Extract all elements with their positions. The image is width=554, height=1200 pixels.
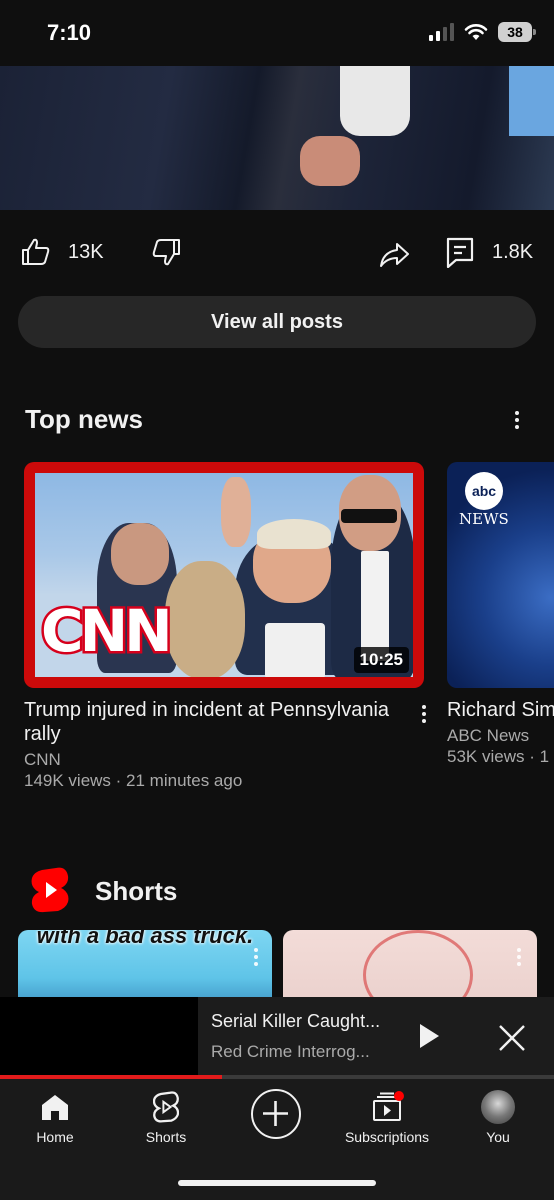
comment-count: 1.8K (492, 240, 534, 263)
nav-label-you: You (486, 1129, 510, 1145)
play-icon[interactable] (418, 1023, 440, 1049)
create-icon (263, 1101, 288, 1126)
nav-item-shorts[interactable]: Shorts (116, 1089, 216, 1145)
top-news-more-icon[interactable] (507, 408, 527, 432)
share-button[interactable] (378, 238, 410, 270)
abc-news-label: NEWS (459, 510, 509, 528)
like-button[interactable]: 13K (20, 236, 104, 268)
comment-icon (446, 237, 474, 268)
nav-label-home: Home (36, 1129, 74, 1145)
create-button[interactable] (251, 1089, 301, 1139)
shorts-logo-icon (31, 867, 69, 913)
video-more-icon[interactable] (414, 702, 434, 726)
status-icons: 38 (429, 22, 536, 42)
status-time: 7:10 (47, 20, 92, 45)
mini-player-title[interactable]: Serial Killer Caught... (211, 1011, 401, 1032)
cnn-logo: CNN (39, 595, 176, 668)
video-title[interactable]: Trump injured in incident at Pennsylvani… (24, 698, 404, 746)
section-title-shorts: Shorts (95, 876, 178, 906)
video-meta-2: 53K views · 1 (447, 747, 550, 766)
video-meta: 149K views · 21 minutes ago (24, 771, 243, 790)
notification-dot (394, 1091, 404, 1101)
battery-indicator: 38 (498, 22, 536, 42)
video-duration: 10:25 (353, 647, 409, 673)
post-actions: 13K 1.8K (0, 232, 554, 276)
video-channel-2[interactable]: ABC News (447, 725, 529, 746)
dislike-button[interactable] (150, 236, 182, 268)
short-more-icon[interactable] (254, 948, 258, 966)
thumbs-up-icon (22, 238, 50, 265)
mini-player-channel: Red Crime Interrog... (211, 1042, 370, 1061)
video-thumbnail[interactable]: CNN 10:25 (24, 462, 424, 688)
shorts-icon (153, 1091, 179, 1123)
section-title-top-news: Top news (25, 404, 143, 434)
nav-item-home[interactable]: Home (5, 1089, 105, 1145)
view-all-posts-button[interactable]: View all posts (18, 296, 536, 348)
abc-logo: abc (465, 472, 503, 510)
post-image[interactable] (0, 66, 554, 210)
mini-player-thumbnail[interactable] (0, 997, 198, 1075)
short-caption: with a bad ass truck. (36, 930, 254, 948)
comments-button[interactable]: 1.8K (444, 236, 533, 268)
close-icon[interactable] (498, 1024, 526, 1052)
short-more-icon-2[interactable] (517, 948, 521, 966)
video-channel[interactable]: CNN (24, 749, 61, 770)
nav-label-subscriptions: Subscriptions (344, 1129, 430, 1145)
avatar (481, 1090, 515, 1124)
share-icon (380, 243, 409, 267)
thumbs-down-icon (152, 239, 180, 266)
mini-player[interactable]: Serial Killer Caught... Red Crime Interr… (0, 997, 554, 1077)
status-bar: 7:10 38 (0, 0, 554, 66)
nav-item-you[interactable]: You (448, 1089, 548, 1145)
nav-label-shorts: Shorts (145, 1129, 187, 1145)
wifi-icon (464, 24, 488, 40)
video-title-2[interactable]: Richard Sim (447, 698, 554, 722)
cellular-signal-icon (429, 23, 454, 41)
like-count: 13K (68, 240, 104, 263)
video-thumbnail-2[interactable]: abc NEWS (447, 462, 554, 688)
home-indicator[interactable] (178, 1180, 376, 1186)
home-icon (42, 1095, 68, 1120)
nav-item-subscriptions[interactable]: Subscriptions (337, 1089, 437, 1145)
